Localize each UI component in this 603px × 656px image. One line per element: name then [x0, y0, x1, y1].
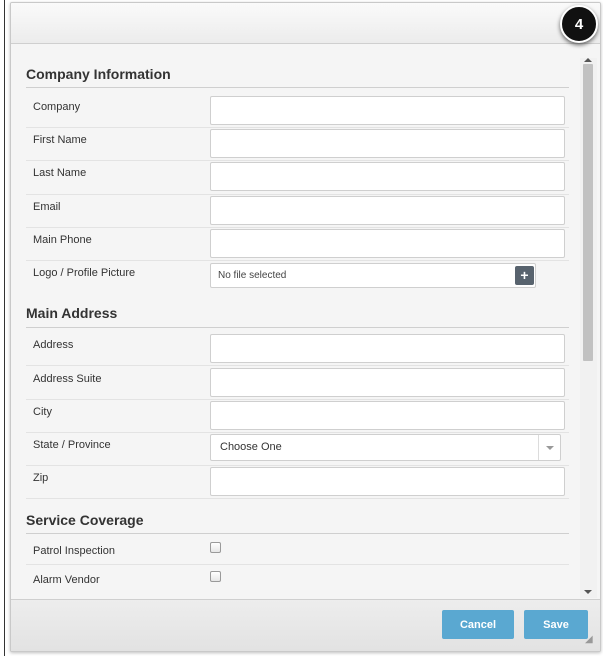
plus-icon: +: [520, 267, 529, 283]
patrol-inspection-checkbox[interactable]: [210, 542, 221, 553]
first-name-label: First Name: [33, 134, 87, 146]
city-input[interactable]: [210, 401, 565, 430]
alarm-vendor-checkbox[interactable]: [210, 571, 221, 582]
main-phone-input[interactable]: [210, 229, 565, 258]
address-input[interactable]: [210, 334, 565, 363]
row-divider: [26, 399, 569, 400]
resize-grip-icon[interactable]: ◢: [585, 635, 595, 645]
row-divider: [26, 564, 569, 565]
main-phone-label: Main Phone: [33, 234, 92, 246]
address-suite-label: Address Suite: [33, 373, 102, 385]
email-input[interactable]: [210, 196, 565, 225]
dialog-footer: Cancel Save ◢: [11, 599, 600, 651]
row-divider: [26, 227, 569, 228]
email-label: Email: [33, 201, 61, 213]
address-suite-input[interactable]: [210, 368, 565, 397]
row-divider: [26, 127, 569, 128]
row-divider: [26, 365, 569, 366]
row-divider: [26, 432, 569, 433]
window-edge-line: [4, 0, 5, 656]
save-button[interactable]: Save: [524, 610, 588, 639]
section-title-service-coverage: Service Coverage: [26, 512, 144, 528]
step-badge: 4: [560, 5, 598, 43]
city-label: City: [33, 406, 52, 418]
first-name-input[interactable]: [210, 129, 565, 158]
row-divider: [26, 194, 569, 195]
chevron-down-icon: [546, 446, 554, 450]
vertical-scrollbar[interactable]: [580, 58, 597, 598]
logo-label: Logo / Profile Picture: [33, 267, 136, 279]
logo-file-input[interactable]: No file selected +: [210, 263, 536, 288]
zip-label: Zip: [33, 472, 49, 484]
scroll-down-arrow-icon[interactable]: [584, 590, 592, 594]
alarm-vendor-label: Alarm Vendor: [33, 574, 100, 586]
company-modal-dialog: 4 Company Information Company First Name…: [10, 2, 601, 652]
state-province-label: State / Province: [33, 439, 111, 451]
section-divider: [26, 87, 569, 88]
state-selected-value: Choose One: [220, 441, 282, 453]
row-divider: [26, 465, 569, 466]
row-divider: [26, 498, 569, 499]
row-divider: [26, 160, 569, 161]
state-province-select[interactable]: Choose One: [210, 434, 561, 461]
company-input[interactable]: [210, 96, 565, 125]
section-title-main-address: Main Address: [26, 305, 118, 321]
cancel-button[interactable]: Cancel: [442, 610, 514, 639]
address-label: Address: [33, 339, 74, 351]
zip-input[interactable]: [210, 467, 565, 496]
scrollbar-thumb[interactable]: [583, 64, 593, 361]
select-divider: [538, 435, 539, 460]
dialog-body: Company Information Company First Name L…: [11, 44, 600, 599]
company-label: Company: [33, 101, 81, 113]
section-divider: [26, 327, 569, 328]
scroll-up-arrow-icon[interactable]: [584, 58, 592, 62]
patrol-inspection-label: Patrol Inspection: [33, 545, 115, 557]
last-name-input[interactable]: [210, 162, 565, 191]
last-name-label: Last Name: [33, 167, 87, 179]
add-file-button[interactable]: +: [515, 266, 534, 285]
dialog-header: 4: [11, 3, 600, 44]
row-divider: [26, 260, 569, 261]
section-divider: [26, 533, 569, 534]
section-title-company-information: Company Information: [26, 66, 171, 82]
file-status-text: No file selected: [218, 270, 287, 281]
